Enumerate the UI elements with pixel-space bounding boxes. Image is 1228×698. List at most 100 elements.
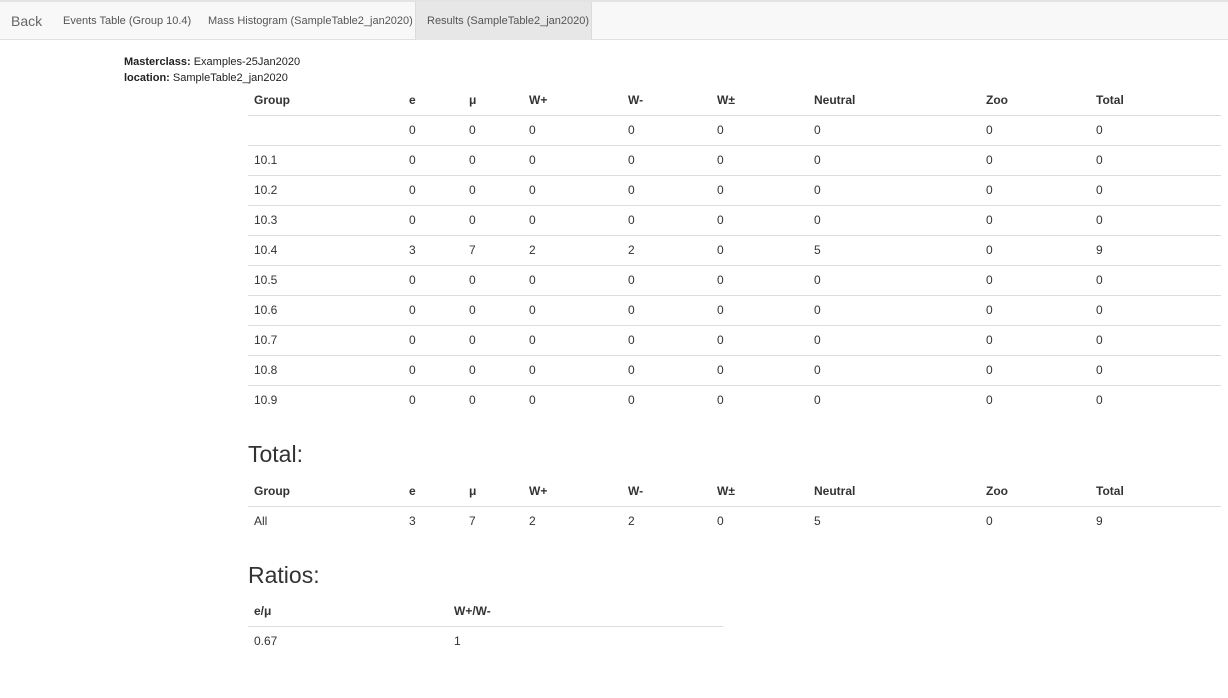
tab-mass-histogram[interactable]: Mass Histogram (SampleTable2_jan2020) (208, 2, 413, 40)
cell-mu: 0 (463, 264, 523, 295)
cell-group: 10.4 (248, 234, 403, 265)
cell-wpm: 0 (711, 264, 808, 295)
table-row: 10.4 3 7 2 2 0 5 0 9 (248, 234, 1221, 265)
cell-mu: 0 (463, 294, 523, 325)
column-header-neutral: Neutral (808, 476, 980, 507)
cell-zoo: 0 (980, 264, 1090, 295)
total-row: All 3 7 2 2 0 5 0 9 (248, 506, 1221, 536)
results-header-row: Group e μ W+ W- W± Neutral Zoo Total (248, 85, 1221, 116)
total-cell-wplus: 2 (529, 514, 536, 529)
cell-zoo: 0 (980, 294, 1090, 325)
cell-e: 0 (403, 324, 463, 355)
cell-wplus: 0 (523, 264, 622, 295)
total-cell-wpm: 0 (717, 514, 724, 529)
cell-wminus: 0 (622, 354, 711, 385)
cell-mu: 0 (469, 123, 476, 137)
table-row: 10.7 0 0 0 0 0 0 0 0 (248, 324, 1221, 355)
cell-wminus: 0 (622, 264, 711, 295)
cell-wplus: 0 (523, 144, 622, 175)
cell-wpm: 0 (711, 174, 808, 205)
cell-e: 0 (403, 144, 463, 175)
location-value: SampleTable2_jan2020 (172, 72, 288, 84)
cell-total: 0 (1090, 384, 1221, 415)
cell-e: 0 (403, 264, 463, 295)
back-link[interactable]: Back (11, 2, 42, 40)
cell-wplus: 0 (523, 174, 622, 205)
table-row: 10.3 0 0 0 0 0 0 0 0 (248, 204, 1221, 235)
column-header-wplus: W+ (523, 476, 622, 507)
cell-neutral: 0 (808, 294, 980, 325)
cell-wpm: 0 (711, 234, 808, 265)
cell-mu: 0 (463, 174, 523, 205)
cell-wplus: 0 (523, 294, 622, 325)
cell-zoo: 0 (980, 384, 1090, 415)
cell-mu: 0 (463, 144, 523, 175)
cell-wplus: 0 (523, 354, 622, 385)
column-header-group: Group (248, 476, 403, 507)
cell-group: 10.8 (248, 354, 403, 385)
column-header-wminus: W- (622, 85, 711, 116)
cell-mu: 0 (463, 354, 523, 385)
cell-zoo: 0 (980, 324, 1090, 355)
total-heading: Total: (248, 441, 303, 467)
ratio-header-e-mu: e/μ (248, 596, 448, 627)
column-header-mu: μ (463, 85, 523, 116)
cell-e: 0 (403, 384, 463, 415)
cell-group: 10.7 (248, 324, 403, 355)
column-header-mu: μ (463, 476, 523, 507)
column-header-wminus: W- (622, 476, 711, 507)
table-row: 10.5 0 0 0 0 0 0 0 0 (248, 264, 1221, 295)
cell-total: 0 (1090, 174, 1221, 205)
cell-wplus: 0 (523, 384, 622, 415)
cell-mu: 7 (463, 234, 523, 265)
cell-wpm: 0 (717, 123, 724, 137)
cell-group: 10.9 (248, 384, 403, 415)
cell-wminus: 0 (622, 384, 711, 415)
cell-e: 0 (403, 354, 463, 385)
cell-wpm: 0 (711, 324, 808, 355)
ratios-heading: Ratios: (248, 562, 320, 588)
cell-zoo: 0 (980, 234, 1090, 265)
cell-wminus: 0 (622, 174, 711, 205)
column-header-e: e (403, 85, 463, 116)
tab-results[interactable]: Results (SampleTable2_jan2020) (415, 2, 592, 40)
total-cell-neutral: 5 (814, 514, 821, 529)
cell-zoo: 0 (980, 204, 1090, 235)
total-cell-zoo: 0 (986, 514, 993, 529)
tab-events-table[interactable]: Events Table (Group 10.4) (63, 2, 191, 40)
cell-e: 0 (403, 294, 463, 325)
total-cell-e: 3 (409, 514, 416, 529)
cell-e: 3 (403, 234, 463, 265)
ratios-row: 0.67 1 (248, 626, 723, 656)
column-header-wpm: W± (711, 85, 808, 116)
location-info: location: SampleTable2_jan2020 (124, 72, 288, 84)
column-header-wpm: W± (711, 476, 808, 507)
cell-total: 0 (1090, 204, 1221, 235)
cell-group: 10.1 (248, 144, 403, 175)
cell-wminus: 2 (622, 234, 711, 265)
column-header-wplus: W+ (523, 85, 622, 116)
column-header-e: e (403, 476, 463, 507)
cell-zoo: 0 (980, 354, 1090, 385)
masterclass-label: Masterclass: (124, 56, 191, 68)
cell-total: 0 (1090, 264, 1221, 295)
cell-mu: 0 (463, 324, 523, 355)
total-cell-mu: 7 (469, 514, 476, 529)
cell-zoo: 0 (986, 123, 993, 137)
column-header-total: Total (1090, 476, 1221, 507)
top-navbar: Back Events Table (Group 10.4) Mass Hist… (0, 2, 1228, 40)
cell-wplus: 0 (529, 123, 536, 137)
cell-e: 0 (403, 204, 463, 235)
cell-wminus: 0 (622, 324, 711, 355)
cell-wpm: 0 (711, 354, 808, 385)
column-header-group: Group (248, 85, 403, 116)
cell-wminus: 0 (628, 123, 635, 137)
table-row: 10.8 0 0 0 0 0 0 0 0 (248, 354, 1221, 385)
cell-group: 10.2 (248, 174, 403, 205)
cell-group: 10.5 (248, 264, 403, 295)
cell-wpm: 0 (711, 384, 808, 415)
column-header-neutral: Neutral (808, 85, 980, 116)
cell-total: 0 (1090, 294, 1221, 325)
location-label: location: (124, 72, 170, 84)
cell-neutral: 0 (814, 123, 821, 137)
